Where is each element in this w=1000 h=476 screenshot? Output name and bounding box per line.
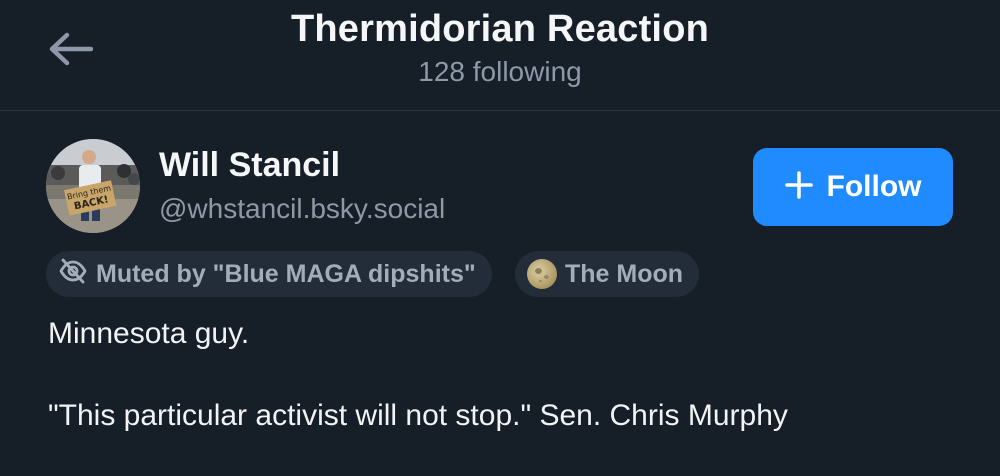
follow-button[interactable]: Follow <box>753 148 953 226</box>
app-header: Thermidorian Reaction 128 following <box>0 0 1000 111</box>
avatar[interactable]: Bring them BACK! <box>46 139 140 233</box>
list-title: Thermidorian Reaction <box>290 8 710 50</box>
moon-label-text: The Moon <box>565 259 684 288</box>
muted-label-text: Muted by "Blue MAGA dipshits" <box>96 259 476 288</box>
profile-bio: Minnesota guy. "This particular activist… <box>48 312 968 476</box>
following-count: 128 following <box>418 56 582 87</box>
follow-label: Follow <box>826 170 922 203</box>
eye-slash-icon <box>58 258 88 291</box>
muted-label-badge[interactable]: Muted by "Blue MAGA dipshits" <box>46 251 492 297</box>
bio-line: "This particular activist will not stop.… <box>48 399 788 432</box>
bio-line: Minnesota guy. <box>48 317 250 350</box>
user-handle: @whstancil.bsky.social <box>159 193 446 224</box>
moon-label-badge[interactable]: The Moon <box>515 251 700 297</box>
display-name: Will Stancil <box>159 146 341 184</box>
plus-icon <box>784 170 813 204</box>
moon-icon <box>527 259 557 289</box>
